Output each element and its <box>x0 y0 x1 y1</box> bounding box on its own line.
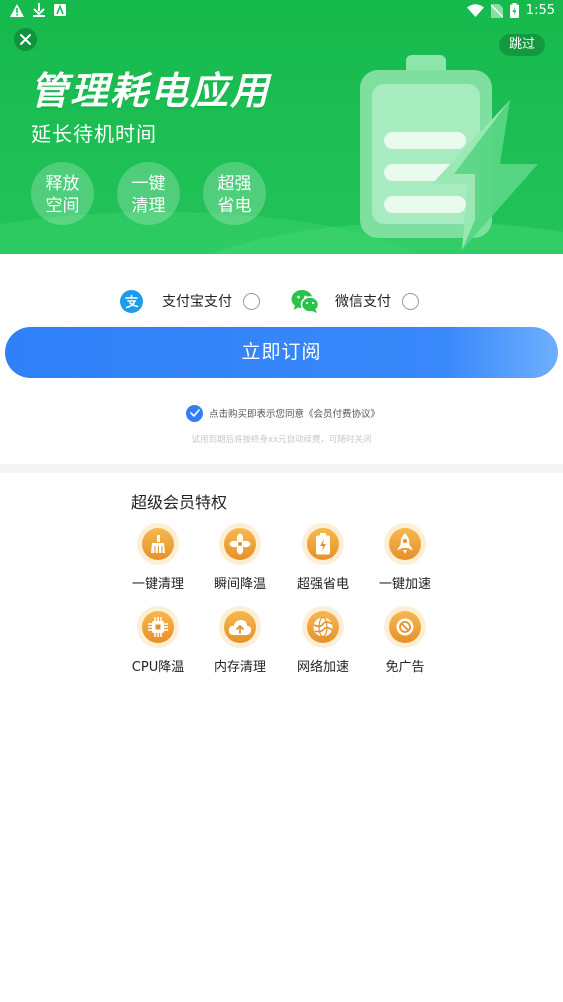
payment-option-label: 微信支付 <box>335 294 391 310</box>
privilege-label: 内存清理 <box>213 660 266 675</box>
privilege-one-click-clean: 一键清理 <box>123 523 193 592</box>
privilege-label: 一键清理 <box>131 577 184 592</box>
battery-status-icon <box>509 3 519 18</box>
fan-icon <box>229 533 251 555</box>
agreement-checkbox[interactable] <box>186 404 203 422</box>
privilege-network-speed: 网络加速 <box>288 606 358 675</box>
payment-option-label: 支付宝支付 <box>162 294 232 310</box>
privilege-power-saving: 超强省电 <box>288 523 358 592</box>
privilege-instant-cooling: 瞬间降温 <box>205 523 275 592</box>
payment-option-wechat[interactable]: 微信支付 <box>291 287 419 315</box>
subscribe-button[interactable]: 立即订阅 <box>5 327 558 378</box>
agreement-row[interactable]: 点击购买即表示您同意《会员付费协议》 <box>186 404 380 422</box>
feature-line: 省电 <box>217 195 252 216</box>
privileges-title: 超级会员特权 <box>131 493 228 512</box>
broom-icon <box>151 535 165 553</box>
privilege-cpu-cooling: CPU降温 <box>123 606 193 675</box>
feature-line: 释放 <box>45 173 80 194</box>
privilege-speed-up: 一键加速 <box>370 523 440 592</box>
privilege-no-ads: 免广告 <box>370 606 440 675</box>
close-button[interactable] <box>14 28 37 51</box>
privilege-label: 一键加速 <box>378 577 431 592</box>
battery-icon <box>316 533 330 555</box>
no-ads-icon <box>396 618 414 636</box>
feature-power-saving: 超强 省电 <box>203 162 266 225</box>
agreement-text[interactable]: 点击购买即表示您同意《会员付费协议》 <box>209 406 380 420</box>
payment-methods: 支付宝支付 微信支付 <box>0 287 563 315</box>
payment-option-alipay[interactable]: 支付宝支付 <box>120 287 260 315</box>
privilege-label: 超强省电 <box>296 577 349 592</box>
feature-free-space: 释放 空间 <box>31 162 94 225</box>
check-icon <box>189 409 200 417</box>
close-icon <box>20 34 31 45</box>
alipay-icon <box>120 289 143 313</box>
privilege-label: CPU降温 <box>131 660 185 675</box>
app-notification-icon <box>54 4 66 16</box>
privilege-label: 网络加速 <box>296 660 349 675</box>
auto-renew-note: 试用到期后将按终身xx元自动续费，可随时关闭 <box>191 435 372 445</box>
status-bar: 1:55 <box>0 0 563 24</box>
clock: 1:55 <box>525 3 555 18</box>
privilege-label: 免广告 <box>385 660 425 675</box>
alipay-radio[interactable] <box>243 292 260 310</box>
privilege-label: 瞬间降温 <box>213 577 266 592</box>
feature-line: 清理 <box>131 195 166 216</box>
rocket-icon <box>397 533 413 554</box>
feature-one-click-clean: 一键 清理 <box>117 162 180 225</box>
no-sim-icon <box>490 3 503 18</box>
wifi-icon <box>466 4 484 17</box>
wechat-radio[interactable] <box>402 292 419 310</box>
globe-icon <box>313 616 333 638</box>
warning-icon <box>10 3 24 17</box>
feature-line: 超强 <box>217 173 252 194</box>
download-icon <box>33 3 45 17</box>
feature-line: 一键 <box>131 173 166 194</box>
cloud-upload-icon <box>228 620 252 635</box>
feature-line: 空间 <box>45 195 80 216</box>
battery-lightning-icon <box>360 55 538 250</box>
promo-banner: 1:55 跳过 管理耗电应用 延长待机时间 释放 空间 一键 清理 超强 省电 <box>0 0 563 254</box>
banner-title: 管理耗电应用 <box>30 69 271 113</box>
section-divider <box>0 464 563 473</box>
cpu-chip-icon <box>148 617 168 637</box>
wechat-icon <box>291 289 319 313</box>
banner-subtitle: 延长待机时间 <box>31 122 157 146</box>
privilege-memory-clean: 内存清理 <box>205 606 275 675</box>
